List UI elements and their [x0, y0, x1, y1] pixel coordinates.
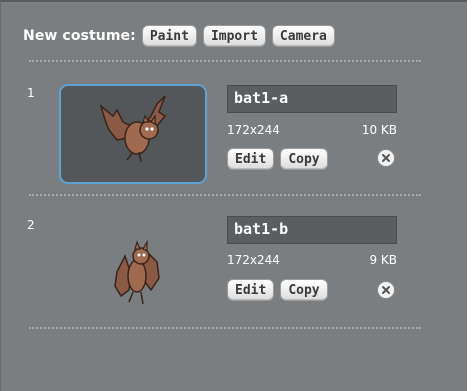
close-icon — [382, 286, 390, 294]
separator — [29, 60, 421, 62]
new-costume-toolbar: New costume: Paint Import Camera — [23, 24, 341, 48]
costume-dimensions: 172x244 — [227, 123, 280, 137]
costume-meta: 172x244 9 KB — [227, 253, 397, 267]
costume-index: 2 — [27, 218, 35, 232]
separator — [29, 194, 421, 196]
edit-button[interactable]: Edit — [227, 148, 275, 170]
costumes-panel: New costume: Paint Import Camera 1 bat1-… — [0, 0, 467, 391]
costume-thumbnail[interactable] — [59, 84, 207, 184]
costume-thumbnail[interactable] — [59, 216, 207, 316]
bat-sprite-icon — [114, 239, 160, 305]
costume-actions: Edit Copy — [227, 148, 334, 170]
camera-button[interactable]: Camera — [271, 25, 335, 47]
paint-button[interactable]: Paint — [141, 25, 197, 47]
costume-index: 1 — [27, 86, 35, 100]
delete-costume-button[interactable] — [377, 149, 395, 167]
edit-button[interactable]: Edit — [227, 279, 275, 301]
costume-name-field[interactable]: bat1-a — [227, 85, 397, 113]
copy-button[interactable]: Copy — [280, 148, 328, 170]
bat-sprite-icon — [99, 95, 167, 163]
window-edge — [467, 0, 475, 391]
separator — [29, 327, 421, 329]
costume-size: 9 KB — [369, 253, 397, 267]
import-button[interactable]: Import — [202, 25, 266, 47]
close-icon — [382, 154, 390, 162]
copy-button[interactable]: Copy — [280, 279, 328, 301]
costume-name-field[interactable]: bat1-b — [227, 216, 397, 244]
new-costume-label: New costume: — [23, 28, 136, 44]
costume-actions: Edit Copy — [227, 279, 334, 301]
costume-size: 10 KB — [361, 123, 397, 137]
costume-meta: 172x244 10 KB — [227, 123, 397, 137]
delete-costume-button[interactable] — [377, 281, 395, 299]
costume-dimensions: 172x244 — [227, 253, 280, 267]
